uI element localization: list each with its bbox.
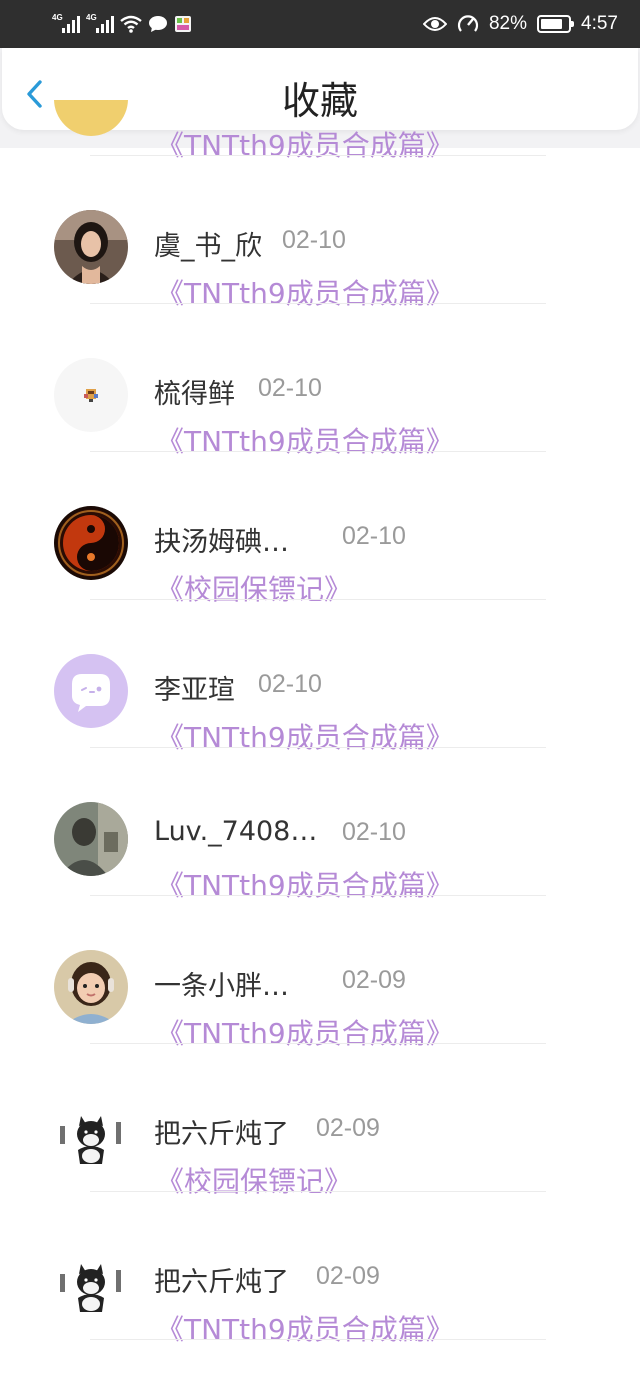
list-item[interactable]: 把六斤炖了 02-09 《校园保镖记》 — [0, 1036, 640, 1198]
date: 02-09 — [316, 1262, 380, 1290]
date: 02-10 — [342, 522, 406, 550]
speed-icon — [457, 15, 479, 32]
avatar-cartoon-image — [84, 389, 98, 402]
avatar-dog-sticker-image — [60, 1264, 121, 1312]
date: 02-10 — [282, 226, 346, 254]
list-item[interactable]: 虞_书_欣 02-10 《TNTth9成员合成篇》 — [0, 148, 640, 310]
avatar[interactable] — [54, 1098, 128, 1172]
wifi-icon — [120, 15, 142, 33]
user-name[interactable]: Luv._7408… — [154, 816, 317, 847]
status-right-icons: 82% 4:57 — [422, 10, 618, 38]
avatar[interactable] — [54, 100, 128, 136]
date: 02-09 — [316, 1114, 380, 1142]
avatar[interactable] — [54, 1246, 128, 1320]
user-name[interactable]: 把六斤炖了 — [154, 1112, 289, 1151]
battery-level — [541, 19, 563, 29]
app-notification-icon — [175, 16, 191, 32]
avatar-photo-image — [54, 802, 128, 876]
avatar-portrait-image — [54, 210, 128, 284]
list-item[interactable]: 一条小胖… 02-09 《TNTth9成员合成篇》 — [0, 888, 640, 1050]
user-name[interactable]: 李亚瑄 — [154, 668, 235, 707]
divider — [90, 1339, 546, 1340]
user-name[interactable]: 一条小胖… — [154, 964, 289, 1003]
clock: 4:57 — [581, 13, 618, 34]
avatar-dog-sticker-image — [60, 1116, 121, 1164]
network-type-2: 4G — [86, 13, 97, 22]
list-item[interactable]: 抉汤姆碘… 02-10 《校园保镖记》 — [0, 444, 640, 606]
avatar[interactable] — [54, 210, 128, 284]
avatar-child-image — [54, 950, 128, 1024]
date: 02-09 — [342, 966, 406, 994]
date: 02-10 — [258, 670, 322, 698]
avatar[interactable] — [54, 358, 128, 432]
avatar-yinyang-fire-image — [57, 509, 125, 577]
list-item[interactable]: 李亚瑄 02-10 《TNTth9成员合成篇》 — [0, 592, 640, 754]
status-bar: 4G 4G 82% 4:57 — [0, 0, 640, 48]
favorites-list: 《TNTth9成员合成篇》 虞_书_欣 02-10 《TNTth9成员合成篇》 — [0, 100, 640, 1387]
work-title-link[interactable]: 《TNTth9成员合成篇》 — [156, 1308, 454, 1348]
avatar[interactable] — [54, 802, 128, 876]
user-name[interactable]: 把六斤炖了 — [154, 1260, 289, 1299]
user-name[interactable]: 抉汤姆碘… — [154, 520, 289, 559]
network-type-1: 4G — [52, 13, 63, 22]
user-name[interactable]: 梳得鲜 — [154, 372, 235, 411]
chat-bubble-icon — [149, 16, 167, 32]
battery-icon — [537, 15, 575, 33]
battery-percent: 82% — [488, 13, 528, 34]
date: 02-10 — [342, 818, 406, 846]
default-avatar-bubble-icon — [72, 674, 110, 712]
date: 02-10 — [258, 374, 322, 402]
signal-icon: 4G — [52, 13, 80, 33]
avatar[interactable] — [54, 654, 128, 728]
avatar[interactable] — [54, 506, 128, 580]
status-left-icons: 4G 4G — [52, 12, 192, 36]
eye-icon — [422, 17, 447, 31]
list-item[interactable]: Luv._7408… 02-10 《TNTth9成员合成篇》 — [0, 740, 640, 902]
signal-icon-2: 4G — [86, 13, 114, 33]
avatar[interactable] — [54, 950, 128, 1024]
user-name[interactable]: 虞_书_欣 — [154, 224, 262, 263]
list-item[interactable]: 把六斤炖了 02-09 《TNTth9成员合成篇》 — [0, 1184, 640, 1346]
list-item[interactable]: 梳得鲜 02-10 《TNTth9成员合成篇》 — [0, 296, 640, 458]
list-item[interactable]: 《TNTth9成员合成篇》 — [0, 100, 640, 162]
